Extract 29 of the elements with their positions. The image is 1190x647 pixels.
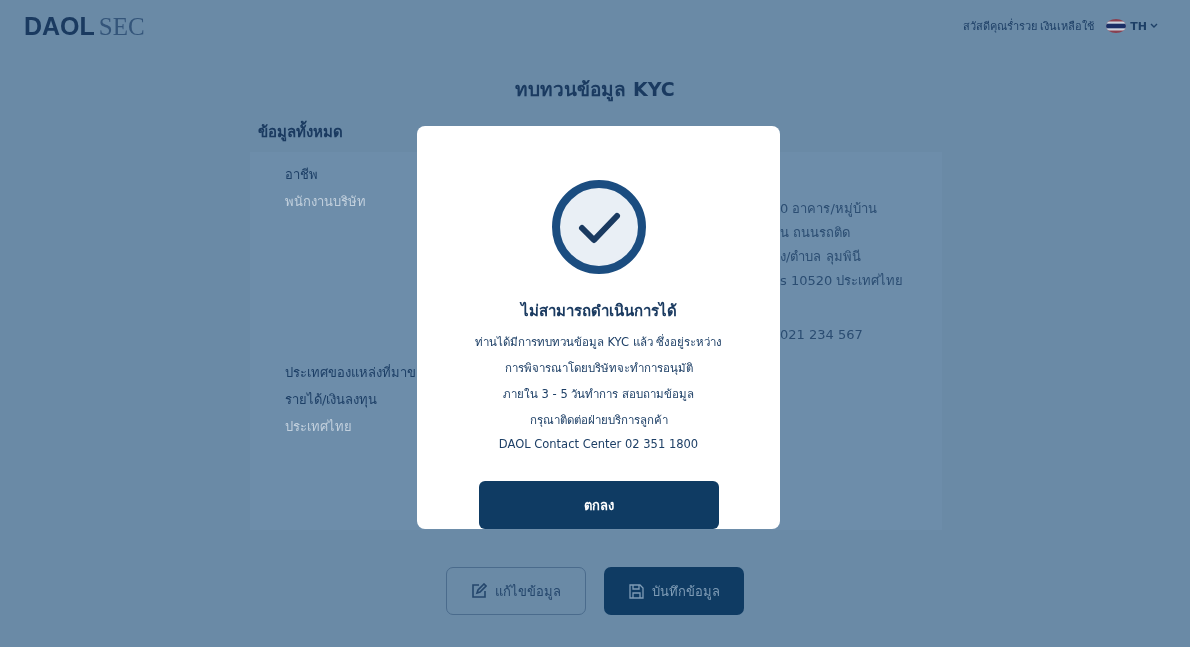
field-value: s 10520 ประเทศไทย	[780, 272, 905, 287]
language-selector[interactable]: TH	[1130, 19, 1158, 33]
dialog-message: ภายใน 3 - 5 วันทำการ สอบถามข้อมูล	[502, 386, 695, 403]
save-button[interactable]: บันทึกข้อมูล	[604, 567, 744, 615]
save-icon	[628, 583, 644, 599]
field-value: พนักงานบริษัท	[285, 193, 366, 211]
dialog-message: DAOL Contact Center 02 351 1800	[498, 437, 699, 451]
field-value: ประเทศไทย	[285, 418, 352, 436]
dialog-message: กรุณาติดต่อฝ่ายบริการลูกค้า	[529, 412, 668, 429]
flag-icon	[1106, 19, 1127, 33]
ok-button[interactable]: ตกลง	[478, 481, 719, 529]
field-value: 0 อาคาร/หมู่บ้าน	[780, 200, 878, 215]
field-value: น ถนนรถติด	[780, 224, 852, 239]
greeting-text: สวัสดีคุณร่ำรวย เงินเหลือใช้	[962, 17, 1095, 35]
field-label: ประเทศของแหล่งที่มาข	[285, 363, 416, 382]
page-title: ทบทวนข้อมูล KYC	[514, 77, 676, 100]
edit-icon	[471, 583, 487, 599]
field-value: 021 234 567	[780, 327, 864, 344]
section-title: ข้อมูลทั้งหมด	[258, 120, 1190, 142]
field-label: รายได้/เงินลงทุน	[285, 391, 378, 410]
edit-button[interactable]: แก้ไขข้อมูล	[446, 567, 586, 615]
check-circle-icon	[550, 179, 647, 275]
field-value: ง/ตำบล ลุมพินี	[780, 248, 862, 263]
field-label: อาชีพ	[285, 166, 318, 184]
dialog-title: ไม่สามารถดำเนินการได้	[520, 300, 677, 322]
dialog-message: การพิจารณาโดยบริษัทจะทำการอนุมัติ	[504, 360, 693, 377]
brand-name: DAOL	[24, 11, 95, 41]
chevron-down-icon	[1150, 23, 1158, 29]
dialog-message: ท่านได้มีการทบทวนข้อมูล KYC แล้ว ซึ่งอยู่ระหว่าง	[474, 333, 723, 351]
